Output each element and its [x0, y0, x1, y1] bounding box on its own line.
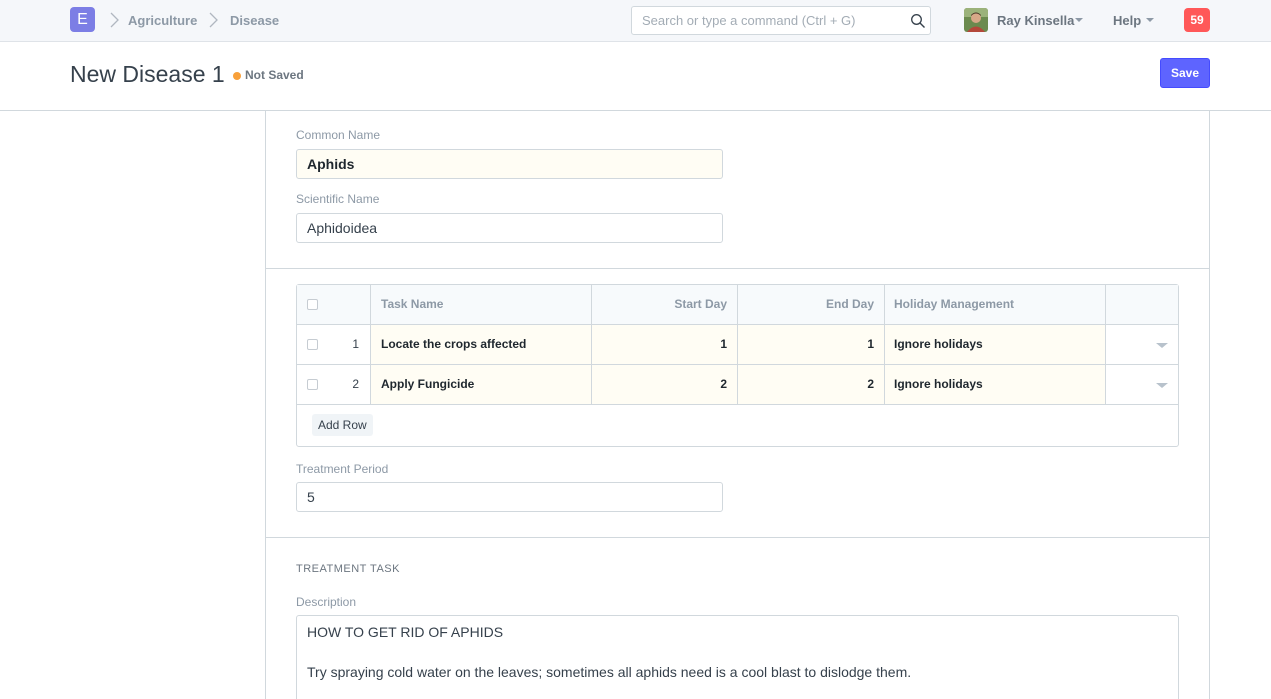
status-badge: Not Saved [245, 68, 304, 82]
holiday-management-cell[interactable]: Ignore holidays [884, 325, 1105, 364]
section-title: TREATMENT TASK [296, 563, 400, 575]
treatment-period-label: Treatment Period [296, 462, 389, 476]
section-divider [266, 268, 1209, 269]
description-editor[interactable]: HOW TO GET RID OF APHIDS Try spraying co… [296, 615, 1179, 699]
treatment-period-field[interactable] [296, 482, 723, 512]
search-bar[interactable] [631, 6, 931, 35]
add-row-button[interactable]: Add Row [312, 414, 373, 436]
row-index: 1 [352, 337, 359, 351]
task-name-value: Locate the crops affected [381, 337, 527, 351]
column-header-end-day: End Day [825, 297, 874, 311]
end-day-cell[interactable]: 2 [737, 365, 884, 404]
holiday-management-value: Ignore holidays [894, 377, 983, 391]
scientific-name-label: Scientific Name [296, 192, 380, 206]
breadcrumb-agriculture[interactable]: Agriculture [128, 13, 197, 28]
chevron-right-icon [209, 12, 218, 28]
navbar: E Agriculture Disease Ray Kinsella Help … [0, 0, 1271, 42]
user-avatar[interactable] [964, 8, 988, 32]
app-logo[interactable]: E [70, 7, 95, 32]
column-divider [1105, 285, 1106, 404]
column-header-holiday-management: Holiday Management [894, 297, 1015, 311]
start-day-cell[interactable]: 1 [591, 325, 737, 364]
user-menu[interactable]: Ray Kinsella [997, 13, 1074, 28]
column-divider [884, 285, 885, 404]
task-name-cell[interactable]: Apply Fungicide [370, 365, 591, 404]
row-dropdown-icon[interactable] [1156, 343, 1168, 348]
form-layout: Common Name Scientific Name Task Name St… [265, 111, 1210, 699]
common-name-field[interactable] [296, 149, 723, 179]
page-head: New Disease 1 Not Saved Save [0, 42, 1271, 111]
page-title: New Disease 1 [70, 61, 225, 87]
caret-down-icon[interactable] [1075, 18, 1083, 22]
tasks-grid: Task Name Start Day End Day Holiday Mana… [296, 284, 1179, 447]
task-name-value: Apply Fungicide [381, 377, 475, 391]
row-dropdown-icon[interactable] [1156, 383, 1168, 388]
column-divider [370, 285, 371, 404]
holiday-management-cell[interactable]: Ignore holidays [884, 365, 1105, 404]
help-menu[interactable]: Help [1113, 13, 1141, 28]
search-icon[interactable] [910, 13, 926, 29]
status-indicator-icon [233, 72, 241, 80]
row-index: 2 [352, 377, 359, 391]
breadcrumb-disease[interactable]: Disease [230, 13, 279, 28]
row-checkbox[interactable] [307, 339, 318, 350]
holiday-management-value: Ignore holidays [894, 337, 983, 351]
column-divider [737, 285, 738, 404]
start-day-cell[interactable]: 2 [591, 365, 737, 404]
column-header-task-name: Task Name [381, 297, 444, 311]
column-divider [591, 285, 592, 404]
caret-down-icon[interactable] [1146, 18, 1154, 22]
save-button[interactable]: Save [1160, 58, 1210, 88]
description-label: Description [296, 595, 357, 609]
row-checkbox[interactable] [307, 379, 318, 390]
notification-badge[interactable]: 59 [1184, 8, 1210, 32]
chevron-right-icon [110, 12, 119, 28]
column-header-start-day: Start Day [674, 297, 727, 311]
common-name-label: Common Name [296, 128, 381, 142]
avatar-image [964, 8, 988, 32]
end-day-cell[interactable]: 1 [737, 325, 884, 364]
search-input[interactable] [642, 13, 902, 28]
task-name-cell[interactable]: Locate the crops affected [370, 325, 591, 364]
scientific-name-field[interactable] [296, 213, 723, 243]
select-all-checkbox[interactable] [307, 299, 318, 310]
section-divider [266, 537, 1209, 538]
